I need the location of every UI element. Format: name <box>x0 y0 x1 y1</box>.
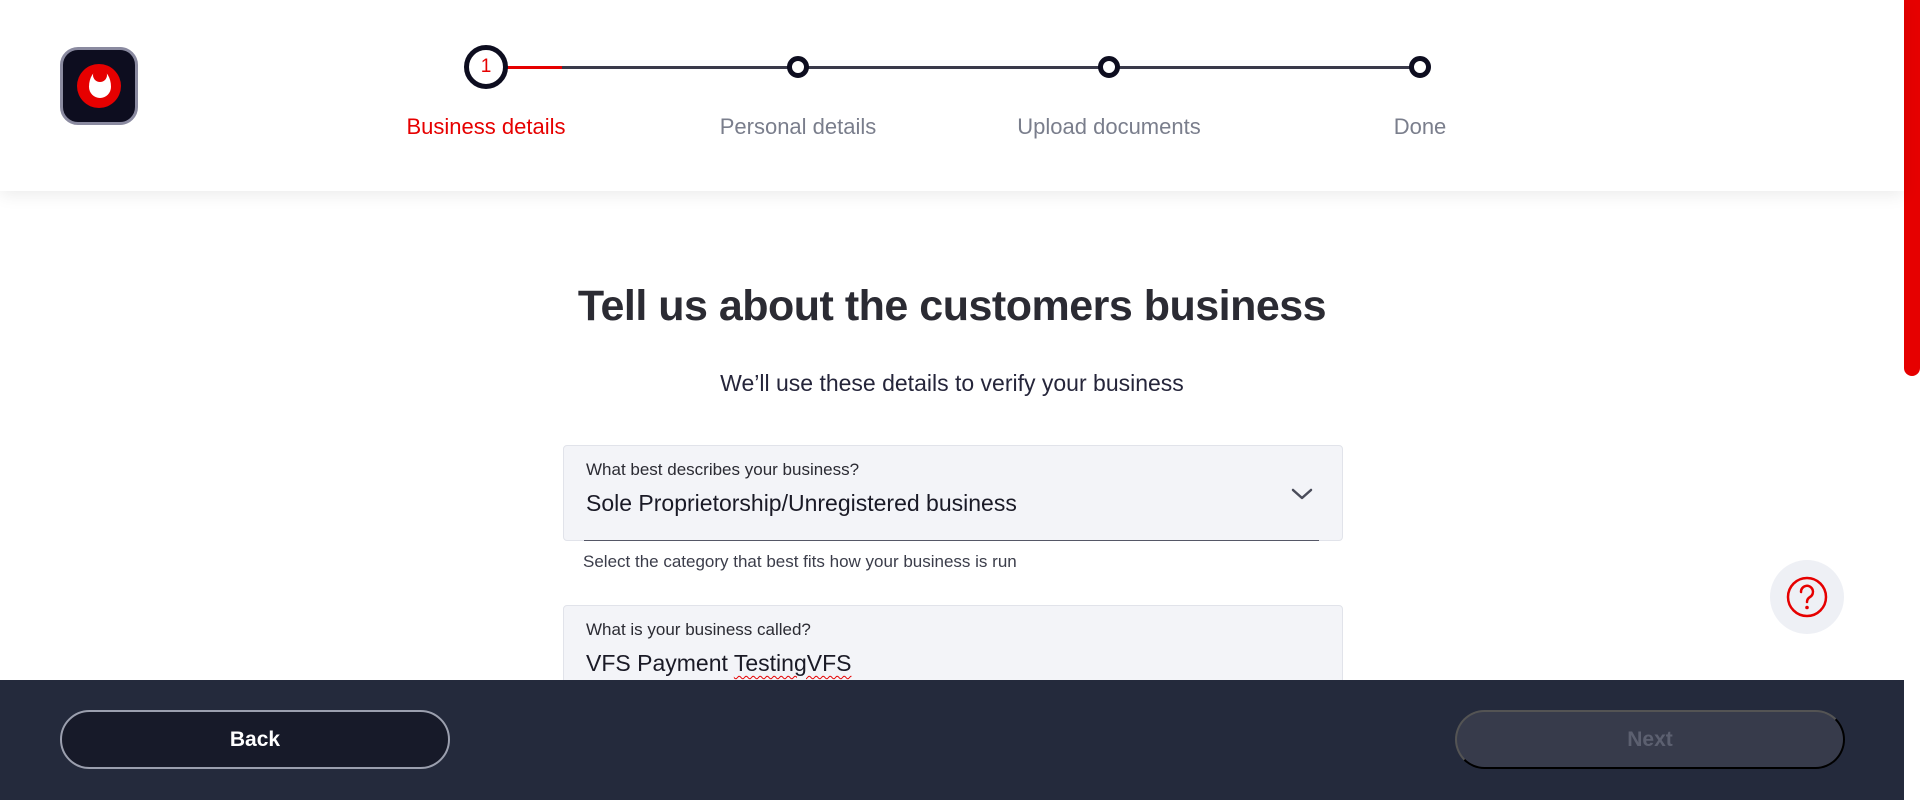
business-type-label: What best describes your business? <box>586 460 860 479</box>
step-node-done <box>1409 56 1431 78</box>
step-node-business-details: 1 <box>464 45 508 89</box>
business-type-select[interactable]: What best describes your business? Sole … <box>563 445 1343 541</box>
step-number: 1 <box>480 56 492 77</box>
chevron-down-icon[interactable] <box>1290 482 1314 506</box>
next-button[interactable]: Next <box>1455 710 1845 769</box>
scrollbar-thumb[interactable] <box>1904 0 1920 376</box>
progress-stepper: 1 Business details Personal details Uplo… <box>0 0 1904 191</box>
header: 1 Business details Personal details Uplo… <box>0 0 1904 191</box>
business-name-value[interactable]: VFS Payment TestingVFS <box>586 650 851 677</box>
business-type-value: Sole Proprietorship/Unregistered busines… <box>586 490 1017 516</box>
footer-bar: Back Next <box>0 680 1904 800</box>
step-connector-2 <box>798 66 1109 69</box>
back-button[interactable]: Back <box>60 710 450 769</box>
help-question-icon <box>1786 576 1828 618</box>
field-underline <box>584 540 1319 541</box>
business-type-helper: Select the category that best fits how y… <box>583 552 1017 571</box>
help-button[interactable] <box>1770 560 1844 634</box>
page: 1 Business details Personal details Uplo… <box>0 0 1920 800</box>
business-name-text: VFS Payment <box>586 650 734 676</box>
step-node-personal-details <box>787 56 809 78</box>
misspelled-word: TestingVFS <box>733 650 852 676</box>
page-subtitle: We’ll use these details to verify your b… <box>720 370 1184 396</box>
page-title: Tell us about the customers business <box>577 282 1327 330</box>
step-label-upload-documents: Upload documents <box>1017 114 1201 139</box>
step-label-personal-details: Personal details <box>719 114 877 139</box>
business-name-label: What is your business called? <box>586 620 811 639</box>
step-label-done: Done <box>1393 114 1447 139</box>
step-node-upload-documents <box>1098 56 1120 78</box>
step-connector-3 <box>1109 66 1420 69</box>
step-label-business-details: Business details <box>406 114 566 139</box>
